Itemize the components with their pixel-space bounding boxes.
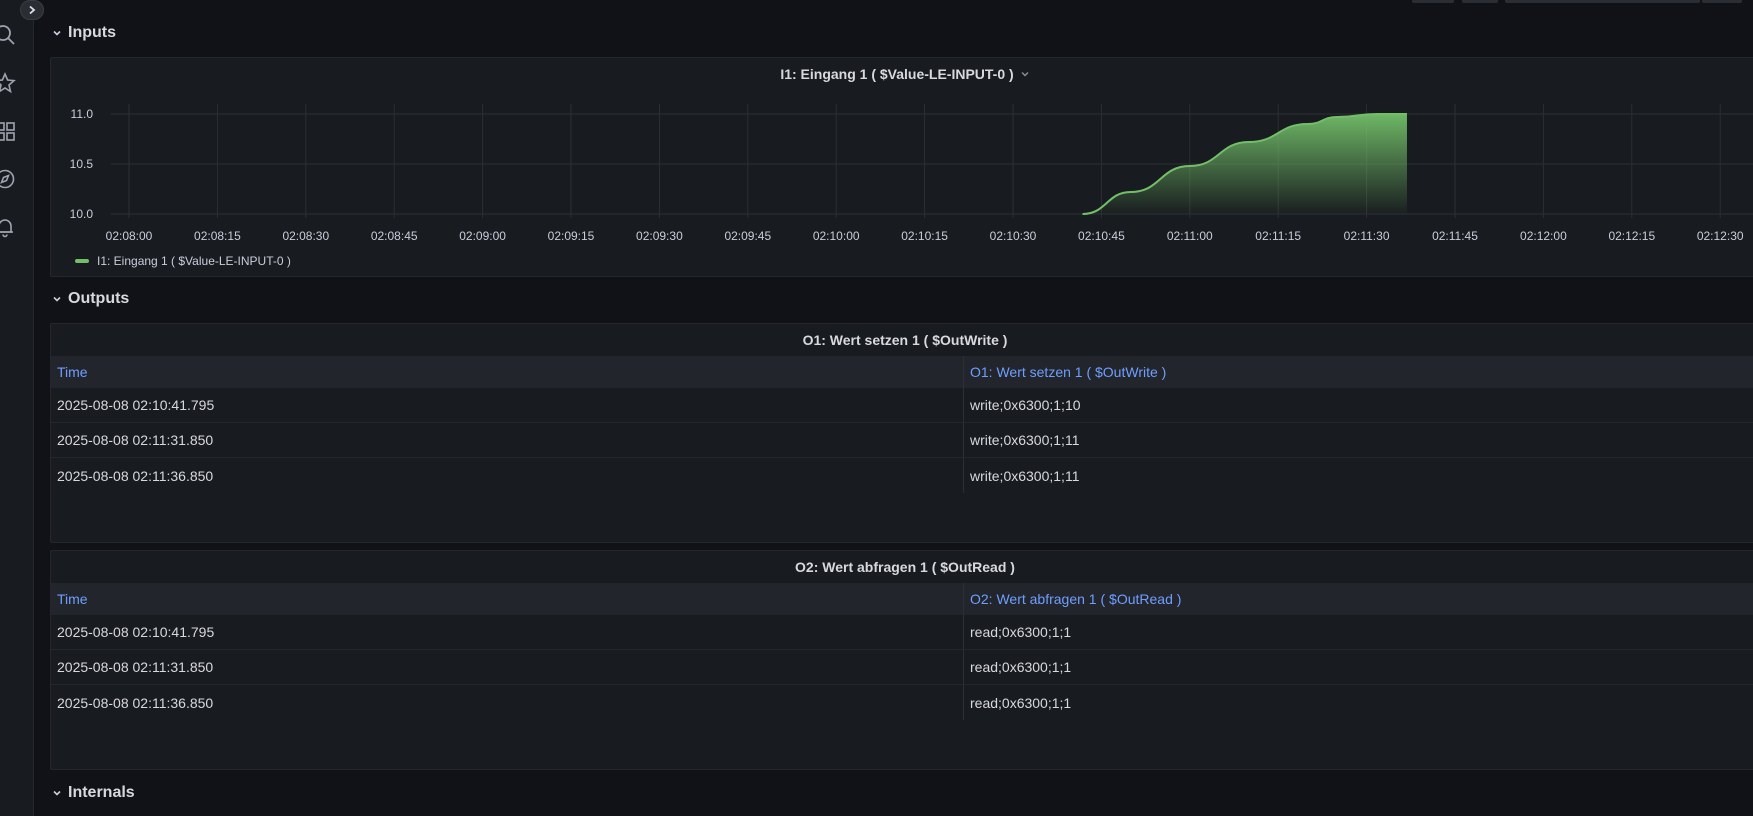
dashboard-main: Inputs I1: Eingang 1 ( $Value-LE-INPUT-0… xyxy=(34,0,1753,816)
panel-title: O2: Wert abfragen 1 ( $OutRead ) xyxy=(795,559,1015,575)
x-tick-label: 02:08:45 xyxy=(371,229,418,243)
timeseries-chart[interactable]: 10.0 10.5 11.0 02:08:00 02:08:15 02:08:30 02:0… xyxy=(51,58,1753,258)
cell-time: 2025-08-08 02:11:31.850 xyxy=(51,650,964,684)
row-outputs[interactable]: Outputs xyxy=(52,288,129,310)
y-tick-label: 10.0 xyxy=(70,207,94,221)
table-row[interactable]: 2025-08-08 02:11:36.850 write;0x6300;1;1… xyxy=(51,458,1753,493)
panel-header[interactable]: O2: Wert abfragen 1 ( $OutRead ) xyxy=(51,553,1753,581)
dashboards-icon[interactable] xyxy=(0,120,16,142)
panel-header[interactable]: O1: Wert setzen 1 ( $OutWrite ) xyxy=(51,326,1753,354)
x-tick-label: 02:09:45 xyxy=(724,229,771,243)
cell-time: 2025-08-08 02:11:31.850 xyxy=(51,423,964,457)
table-row[interactable]: 2025-08-08 02:10:41.795 write;0x6300;1;1… xyxy=(51,388,1753,423)
data-table: Time O1: Wert setzen 1 ( $OutWrite ) 202… xyxy=(51,356,1753,493)
output-table-panel-write: O1: Wert setzen 1 ( $OutWrite ) Time O1:… xyxy=(50,323,1753,543)
cell-time: 2025-08-08 02:10:41.795 xyxy=(51,615,964,649)
row-inputs[interactable]: Inputs xyxy=(52,22,116,44)
x-tick-label: 02:11:15 xyxy=(1255,229,1301,243)
table-row[interactable]: 2025-08-08 02:11:31.850 write;0x6300;1;1… xyxy=(51,423,1753,458)
x-tick-label: 02:12:15 xyxy=(1608,229,1655,243)
column-header-time[interactable]: Time xyxy=(51,583,964,615)
x-tick-label: 02:08:15 xyxy=(194,229,241,243)
row-title-text: Internals xyxy=(68,784,135,801)
search-icon[interactable] xyxy=(0,24,16,46)
x-tick-label: 02:10:00 xyxy=(813,229,860,243)
panel-title: O1: Wert setzen 1 ( $OutWrite ) xyxy=(802,332,1008,348)
x-tick-label: 02:11:45 xyxy=(1432,229,1478,243)
x-tick-label: 02:11:00 xyxy=(1167,229,1213,243)
row-title-text: Outputs xyxy=(68,290,130,307)
output-table-panel-read: O2: Wert abfragen 1 ( $OutRead ) Time O2… xyxy=(50,550,1753,770)
nav-sidebar xyxy=(0,0,34,816)
x-tick-label: 02:08:00 xyxy=(106,229,153,243)
x-tick-label: 02:10:45 xyxy=(1078,229,1125,243)
cell-value: write;0x6300;1;10 xyxy=(970,397,1081,413)
input-chart-panel: I1: Eingang 1 ( $Value-LE-INPUT-0 ) 10.0… xyxy=(50,57,1753,277)
cell-value: write;0x6300;1;11 xyxy=(970,432,1080,448)
x-tick-label: 02:09:15 xyxy=(548,229,595,243)
cell-time: 2025-08-08 02:10:41.795 xyxy=(51,388,964,422)
x-tick-label: 02:10:15 xyxy=(901,229,948,243)
data-table: Time O2: Wert abfragen 1 ( $OutRead ) 20… xyxy=(51,583,1753,720)
x-tick-label: 02:08:30 xyxy=(282,229,329,243)
chevron-right-icon xyxy=(29,5,36,15)
table-row[interactable]: 2025-08-08 02:10:41.795 read;0x6300;1;1 xyxy=(51,615,1753,650)
x-tick-label: 02:12:30 xyxy=(1697,229,1744,243)
table-row[interactable]: 2025-08-08 02:11:31.850 read;0x6300;1;1 xyxy=(51,650,1753,685)
y-tick-label: 10.5 xyxy=(70,157,94,171)
table-header: Time O2: Wert abfragen 1 ( $OutRead ) xyxy=(51,583,1753,615)
explore-icon[interactable] xyxy=(0,168,16,190)
column-header-value[interactable]: O1: Wert setzen 1 ( $OutWrite ) xyxy=(964,356,1753,388)
cell-time: 2025-08-08 02:11:36.850 xyxy=(51,458,964,493)
cell-time: 2025-08-08 02:11:36.850 xyxy=(51,685,964,720)
chart-legend[interactable]: I1: Eingang 1 ( $Value-LE-INPUT-0 ) xyxy=(75,253,291,269)
cell-value: write;0x6300;1;11 xyxy=(970,467,1080,484)
cell-value: read;0x6300;1;1 xyxy=(970,624,1072,640)
chevron-down-icon xyxy=(53,30,61,36)
column-header-value[interactable]: O2: Wert abfragen 1 ( $OutRead ) xyxy=(964,583,1753,615)
y-tick-label: 11.0 xyxy=(71,107,94,121)
star-icon[interactable] xyxy=(0,72,16,94)
legend-swatch xyxy=(75,259,89,263)
expand-sidebar-button[interactable] xyxy=(20,0,44,20)
alert-bell-icon[interactable] xyxy=(0,216,16,238)
x-tick-label: 02:10:30 xyxy=(990,229,1037,243)
x-tick-label: 02:09:00 xyxy=(459,229,506,243)
x-tick-label: 02:12:00 xyxy=(1520,229,1567,243)
chevron-down-icon xyxy=(53,296,61,302)
x-tick-label: 02:11:30 xyxy=(1344,229,1390,243)
row-title-text: Inputs xyxy=(68,24,116,41)
column-header-time[interactable]: Time xyxy=(51,356,964,388)
legend-label: I1: Eingang 1 ( $Value-LE-INPUT-0 ) xyxy=(97,254,291,268)
table-row[interactable]: 2025-08-08 02:11:36.850 read;0x6300;1;1 xyxy=(51,685,1753,720)
table-header: Time O1: Wert setzen 1 ( $OutWrite ) xyxy=(51,356,1753,388)
cell-value: read;0x6300;1;1 xyxy=(970,694,1072,711)
x-tick-label: 02:09:30 xyxy=(636,229,683,243)
cell-value: read;0x6300;1;1 xyxy=(970,659,1072,675)
chevron-down-icon xyxy=(53,790,61,796)
row-internals[interactable]: Internals xyxy=(52,782,135,804)
